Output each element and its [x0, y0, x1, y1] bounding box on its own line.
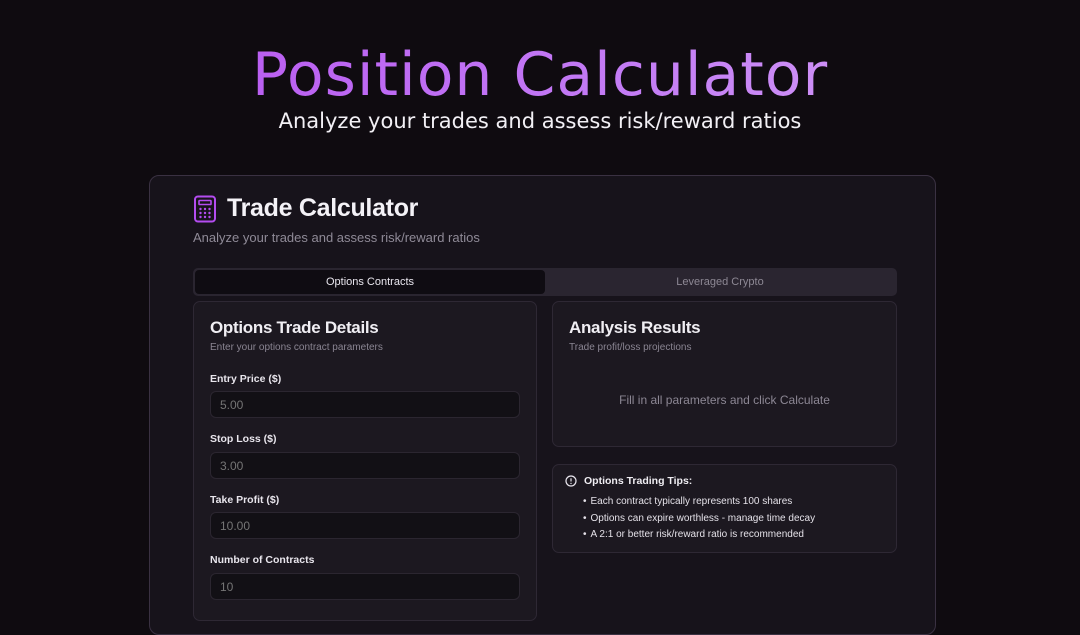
calculator-icon	[194, 195, 216, 222]
tip-item: A 2:1 or better risk/reward ratio is rec…	[583, 527, 815, 544]
tips-header: Options Trading Tips:	[565, 475, 692, 487]
options-trade-details-panel: Options Trade Details Enter your options…	[193, 301, 537, 621]
details-subtitle: Enter your options contract parameters	[210, 342, 383, 353]
card-header: Trade Calculator	[193, 194, 418, 223]
page-subtitle: Analyze your trades and assess risk/rewa…	[278, 109, 802, 133]
card-subtitle: Analyze your trades and assess risk/rewa…	[193, 230, 480, 245]
details-title: Options Trade Details	[210, 318, 379, 337]
tips-list: Each contract typically represents 100 s…	[583, 494, 816, 544]
results-subtitle: Trade profit/loss projections	[569, 342, 692, 353]
stop-loss-label: Stop Loss ($)	[210, 433, 277, 445]
card-title: Trade Calculator	[227, 194, 419, 222]
tips-title: Options Trading Tips:	[584, 475, 693, 487]
results-title: Analysis Results	[569, 318, 701, 337]
stop-loss-input[interactable]	[210, 452, 520, 479]
options-tips-panel: Options Trading Tips: Each contract typi…	[552, 464, 897, 553]
analysis-results-panel: Analysis Results Trade profit/loss proje…	[552, 301, 897, 447]
contracts-label: Number of Contracts	[210, 554, 315, 566]
contracts-input[interactable]	[210, 573, 520, 600]
info-icon	[565, 475, 577, 487]
tab-leveraged-crypto[interactable]: Leveraged Crypto	[545, 270, 895, 294]
tip-item: Each contract typically represents 100 s…	[583, 494, 815, 511]
page-title: Position Calculator	[0, 40, 1080, 110]
trade-calculator-card: Trade Calculator Analyze your trades and…	[149, 175, 936, 635]
calculator-tabs: Options Contracts Leveraged Crypto	[193, 268, 897, 296]
results-empty-message: Fill in all parameters and click Calcula…	[619, 393, 830, 407]
take-profit-label: Take Profit ($)	[210, 494, 280, 506]
entry-price-input[interactable]	[210, 391, 520, 418]
tab-options-contracts[interactable]: Options Contracts	[195, 270, 545, 294]
take-profit-input[interactable]	[210, 512, 520, 539]
entry-price-label: Entry Price ($)	[210, 373, 282, 385]
tip-item: Options can expire worthless - manage ti…	[583, 511, 816, 528]
